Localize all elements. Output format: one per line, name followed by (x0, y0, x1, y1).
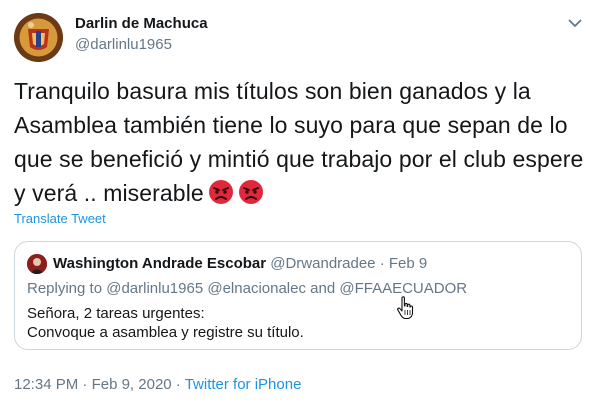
quoted-line-1: Señora, 2 tareas urgentes: (27, 305, 205, 322)
replying-prefix: Replying to (27, 280, 103, 297)
quoted-author-avatar[interactable] (27, 254, 47, 274)
quoted-author-name[interactable]: Washington Andrade Escobar (53, 255, 266, 272)
hand-pointer-cursor-icon (396, 296, 414, 320)
quoted-author-handle[interactable]: @Drwandradee (270, 255, 375, 272)
tweet-source-link[interactable]: Twitter for iPhone (185, 376, 302, 393)
replying-and: and (310, 280, 336, 297)
quoted-body: Señora, 2 tareas urgentes: Convoque a as… (27, 304, 304, 342)
author-display-name[interactable]: Darlin de Machuca (75, 14, 208, 34)
translate-tweet-link[interactable]: Translate Tweet (14, 211, 106, 227)
pouting-face-emoji (238, 179, 264, 214)
quoted-separator: · (379, 255, 385, 272)
pouting-face-emoji (208, 179, 234, 214)
footer-separator-2: · (175, 376, 181, 393)
footer-separator-1: · (82, 376, 88, 393)
tweet-body: Tranquilo basura mis títulos son bien ga… (14, 78, 584, 206)
tweet-card: Darlin de Machuca @darlinlu1965 Tranquil… (0, 0, 598, 409)
author-block: Darlin de Machuca @darlinlu1965 (75, 14, 208, 55)
quoted-date[interactable]: Feb 9 (389, 255, 427, 272)
reply-mention-3[interactable]: @FFAAECUADOR (339, 280, 467, 297)
chevron-down-icon[interactable] (566, 14, 584, 32)
quoted-header: Washington Andrade Escobar @Drwandradee … (53, 255, 427, 273)
tweet-date[interactable]: Feb 9, 2020 (92, 376, 172, 393)
tweet-time[interactable]: 12:34 PM (14, 376, 78, 393)
reply-mention-2[interactable]: @elnacionalec (207, 280, 306, 297)
reply-mention-1[interactable]: @darlinlu1965 (106, 280, 203, 297)
quoted-tweet[interactable]: Washington Andrade Escobar @Drwandradee … (14, 241, 582, 350)
author-avatar[interactable] (14, 13, 63, 62)
tweet-text: Tranquilo basura mis títulos son bien ga… (14, 74, 586, 214)
tweet-footer: 12:34 PM · Feb 9, 2020 · Twitter for iPh… (14, 376, 301, 394)
quoted-line-2: Convoque a asamblea y registre su título… (27, 324, 304, 341)
author-handle[interactable]: @darlinlu1965 (75, 35, 208, 55)
